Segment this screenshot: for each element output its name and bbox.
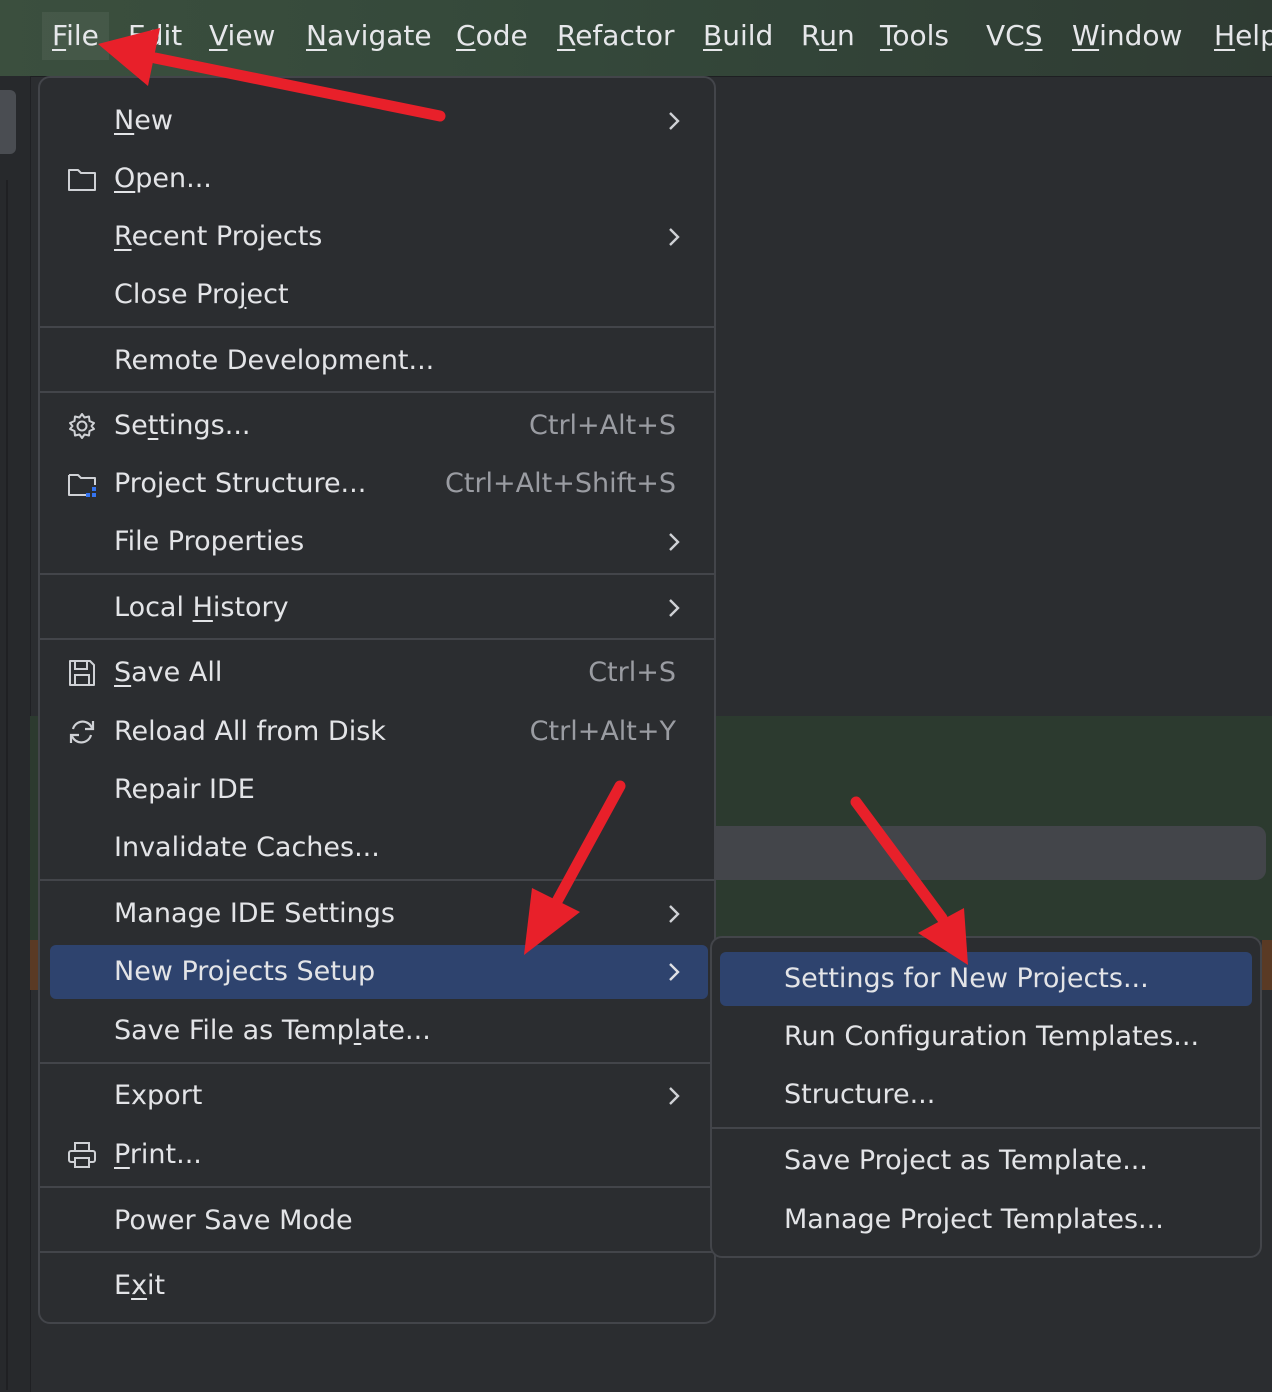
menu-separator (40, 1251, 714, 1253)
chevron-right-icon (669, 112, 680, 130)
menu-item-local-history[interactable]: Local History (40, 581, 714, 635)
new-projects-setup-submenu: Settings for New Projects... Run Configu… (710, 936, 1262, 1258)
shortcut-label: Ctrl+Alt+Shift+S (445, 468, 676, 499)
submenu-item-save-project-as-template[interactable]: Save Project as Template... (712, 1134, 1260, 1188)
menu-code[interactable]: Code (456, 12, 528, 60)
menu-item-file-properties[interactable]: File Properties (40, 515, 714, 569)
main-menubar: File Edit View Navigate Code Refactor Bu… (0, 0, 1272, 77)
menu-item-save-file-as-template[interactable]: Save File as Template... (40, 1004, 714, 1058)
menu-item-label: Exit (114, 1270, 166, 1301)
menu-item-settings[interactable]: Settings... Ctrl+Alt+S (40, 399, 714, 453)
menu-item-label: New (114, 105, 173, 136)
menu-item-manage-ide-settings[interactable]: Manage IDE Settings (40, 887, 714, 941)
save-icon (69, 660, 95, 686)
menu-item-label: Project Structure... (114, 468, 367, 499)
menu-item-power-save-mode[interactable]: Power Save Mode (40, 1194, 714, 1248)
submenu-item-settings-for-new-projects[interactable]: Settings for New Projects... (712, 952, 1260, 1006)
menu-item-label: Reload All from Disk (114, 716, 386, 747)
menu-separator (40, 573, 714, 575)
menu-item-label: Open... (114, 163, 212, 194)
menu-separator (40, 1062, 714, 1064)
editor-selection-bar (716, 826, 1266, 880)
folder-icon (68, 169, 96, 191)
menu-item-label: New Projects Setup (114, 956, 376, 987)
submenu-item-label: Settings for New Projects... (784, 963, 1149, 994)
submenu-item-label: Run Configuration Templates... (784, 1021, 1200, 1052)
menu-item-open[interactable]: Open... (40, 152, 714, 206)
menu-view[interactable]: View (209, 12, 275, 60)
file-menu-dropdown: New Open... Recent Projects Close Projec… (38, 76, 716, 1324)
shortcut-label: Ctrl+S (588, 657, 676, 688)
editor-marker-right (1262, 940, 1272, 990)
menu-item-label: Recent Projects (114, 221, 323, 252)
menu-item-label: Close Project (114, 279, 289, 310)
menu-separator (40, 391, 714, 393)
printer-icon (68, 1142, 96, 1168)
menu-build[interactable]: Build (703, 12, 773, 60)
menu-item-label: Save File as Template... (114, 1015, 431, 1046)
chevron-right-icon (669, 1087, 680, 1105)
menu-item-label: File Properties (114, 526, 305, 557)
menu-file[interactable]: File (42, 12, 109, 60)
menu-separator (40, 638, 714, 640)
gear-icon (69, 413, 95, 439)
chevron-right-icon (669, 228, 680, 246)
menu-separator (712, 1127, 1260, 1129)
chevron-right-icon (669, 599, 680, 617)
menu-separator (40, 879, 714, 881)
menu-item-label: Print... (114, 1139, 202, 1170)
menu-item-label: Repair IDE (114, 774, 255, 805)
chevron-right-icon (669, 963, 680, 981)
shortcut-label: Ctrl+Alt+S (529, 410, 676, 441)
menu-item-label: Invalidate Caches... (114, 832, 380, 863)
menu-run[interactable]: Run (801, 12, 855, 60)
menu-item-project-structure[interactable]: Project Structure... Ctrl+Alt+Shift+S (40, 457, 714, 511)
menu-item-label: Power Save Mode (114, 1205, 353, 1236)
menu-item-label: Local History (114, 592, 289, 623)
menu-item-label: Remote Development... (114, 345, 435, 376)
submenu-item-label: Save Project as Template... (784, 1145, 1148, 1176)
submenu-item-manage-project-templates[interactable]: Manage Project Templates... (712, 1193, 1260, 1247)
chevron-right-icon (669, 905, 680, 923)
menu-item-label: Manage IDE Settings (114, 898, 395, 929)
menu-item-label: Save All (114, 657, 223, 688)
menu-item-recent-projects[interactable]: Recent Projects (40, 210, 714, 264)
submenu-item-label: Structure... (784, 1079, 936, 1110)
menu-item-new[interactable]: New (40, 94, 714, 148)
menu-navigate[interactable]: Navigate (306, 12, 432, 60)
submenu-item-label: Manage Project Templates... (784, 1204, 1164, 1235)
menu-item-label: Export (114, 1080, 203, 1111)
chevron-right-icon (669, 533, 680, 551)
menu-item-close-project[interactable]: Close Project (40, 268, 714, 322)
refresh-icon (69, 720, 95, 744)
menu-item-save-all[interactable]: Save All Ctrl+S (40, 646, 714, 700)
menu-edit[interactable]: Edit (128, 12, 182, 60)
menu-window[interactable]: Window (1072, 12, 1182, 60)
submenu-item-run-configuration-templates[interactable]: Run Configuration Templates... (712, 1010, 1260, 1064)
tool-window-strip (0, 76, 31, 1392)
divider (6, 180, 8, 1390)
menu-item-remote-development[interactable]: Remote Development... (40, 334, 714, 388)
menu-item-reload-all[interactable]: Reload All from Disk Ctrl+Alt+Y (40, 705, 714, 759)
menu-item-export[interactable]: Export (40, 1069, 714, 1123)
menu-item-label: Settings... (114, 410, 251, 441)
menu-help[interactable]: Help (1214, 12, 1272, 60)
menu-item-new-projects-setup[interactable]: New Projects Setup (40, 945, 714, 999)
menu-tools[interactable]: Tools (880, 12, 949, 60)
menu-item-repair-ide[interactable]: Repair IDE (40, 763, 714, 817)
submenu-item-structure[interactable]: Structure... (712, 1068, 1260, 1122)
menu-item-exit[interactable]: Exit (40, 1259, 714, 1313)
menu-item-invalidate-caches[interactable]: Invalidate Caches... (40, 821, 714, 875)
shortcut-label: Ctrl+Alt+Y (529, 716, 676, 747)
menu-refactor[interactable]: Refactor (557, 12, 674, 60)
tool-window-tab[interactable] (0, 90, 16, 154)
menu-vcs[interactable]: VCS (986, 12, 1043, 60)
menu-separator (40, 326, 714, 328)
project-structure-icon (68, 474, 96, 497)
menu-item-print[interactable]: Print... (40, 1128, 714, 1182)
menu-separator (40, 1186, 714, 1188)
